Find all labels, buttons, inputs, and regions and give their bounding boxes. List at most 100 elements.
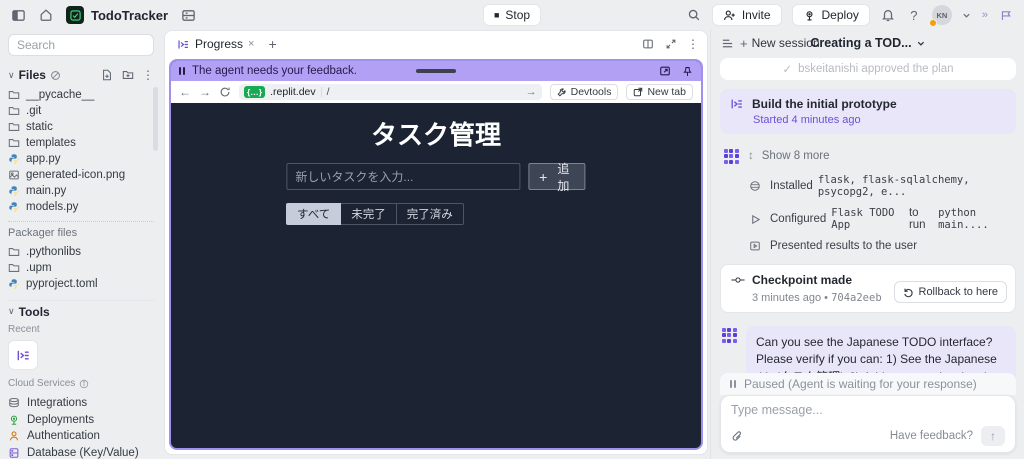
add-task-button[interactable]: + 追加 [528, 162, 586, 193]
file-row[interactable]: templates [8, 135, 154, 151]
files-section-header[interactable]: ∨ Files ⋮ [8, 67, 154, 83]
collapse-chat-icon[interactable]: » [982, 9, 988, 21]
browser-forward-icon[interactable]: → [199, 86, 211, 98]
show-more-row[interactable]: ↕ Show 8 more [722, 147, 1016, 165]
search-input[interactable] [8, 34, 154, 56]
file-row[interactable]: .upm [8, 260, 154, 276]
chat-scroll-area[interactable]: ✓ bskeitanishi approved the plan Build t… [720, 58, 1016, 385]
file-row[interactable]: __pycache__ [8, 87, 154, 103]
activity-text: Presented results to the user [770, 240, 918, 252]
attach-paperclip-icon[interactable] [731, 430, 743, 443]
activity-text: to run [908, 207, 926, 231]
have-feedback-link[interactable]: Have feedback? [890, 430, 973, 442]
file-name: models.py [26, 201, 79, 213]
service-item-database[interactable]: Database (Key/Value) [8, 445, 154, 459]
message-input[interactable] [731, 403, 1005, 417]
tools-section-header[interactable]: ∨ Tools [8, 300, 154, 319]
url-bar[interactable]: {…} .replit.dev / → [239, 84, 542, 100]
paused-status-text: Paused (Agent is waiting for your respon… [744, 377, 977, 391]
filter-completed-button[interactable]: 完了済み [396, 203, 464, 225]
pane-menu-kebab-icon[interactable]: ⋮ [687, 37, 699, 51]
activity-presented-row[interactable]: Presented results to the user [748, 240, 1016, 252]
checkpoint-title: Checkpoint made [752, 273, 853, 287]
new-folder-icon[interactable] [121, 68, 134, 81]
filter-all-button[interactable]: すべて [286, 203, 342, 225]
service-item-deployments[interactable]: Deployments [8, 412, 154, 429]
open-in-window-icon[interactable] [659, 65, 671, 77]
send-message-button[interactable]: ↑ [981, 426, 1005, 446]
stop-icon: ■ [493, 10, 500, 20]
hide-hidden-files-icon[interactable] [50, 69, 62, 81]
prototype-started-link[interactable]: Started 4 minutes ago [753, 114, 1006, 126]
composer-area: Paused (Agent is waiting for your respon… [720, 373, 1016, 453]
devtools-button[interactable]: Devtools [549, 84, 619, 100]
layout-icon[interactable] [180, 7, 196, 23]
drag-handle[interactable] [416, 69, 456, 73]
run-play-icon [748, 214, 762, 225]
service-label: Integrations [27, 397, 88, 410]
deploy-button[interactable]: Deploy [791, 4, 870, 26]
session-list-icon[interactable] [720, 36, 734, 50]
file-name: app.py [26, 153, 61, 165]
show-more-label: Show 8 more [761, 150, 830, 162]
filter-incomplete-button[interactable]: 未完了 [341, 203, 397, 225]
comments-flag-icon[interactable] [998, 7, 1014, 23]
pin-icon[interactable] [681, 65, 693, 77]
sidebar-toggle-icon[interactable] [10, 7, 26, 23]
split-pane-icon[interactable] [641, 38, 654, 51]
activity-installed-row[interactable]: Installed flask, flask-sqlalchemy, psyco… [748, 174, 1016, 198]
account-menu[interactable]: KN [928, 5, 952, 27]
notifications-bell-icon[interactable] [880, 7, 896, 23]
file-row[interactable]: main.py [8, 183, 154, 199]
project-title: TodoTracker [91, 7, 169, 23]
new-file-icon[interactable] [100, 68, 113, 81]
new-tab-plus-icon[interactable]: + [264, 36, 280, 52]
file-row[interactable]: app.py [8, 151, 154, 167]
new-session-button[interactable]: + New session [740, 36, 820, 51]
file-row[interactable]: static [8, 119, 154, 135]
help-icon[interactable]: ? [906, 7, 922, 23]
panel-resize-divider[interactable] [710, 30, 711, 459]
close-tab-icon[interactable]: × [248, 38, 254, 50]
service-item-integrations[interactable]: Integrations [8, 395, 154, 412]
search-icon[interactable] [686, 7, 702, 23]
database-icon [9, 447, 19, 458]
file-row[interactable]: .pythonlibs [8, 244, 154, 260]
file-name: .upm [26, 262, 52, 274]
home-icon[interactable] [38, 7, 54, 23]
browser-refresh-icon[interactable] [219, 86, 231, 98]
file-row[interactable]: .git [8, 103, 154, 119]
prototype-task-card[interactable]: Build the initial prototype Started 4 mi… [720, 89, 1016, 134]
service-label: Authentication [27, 430, 100, 443]
packager-files-label: Packager files [8, 227, 78, 239]
file-row[interactable]: generated-icon.png [8, 167, 154, 183]
add-task-form: + 追加 [286, 162, 586, 193]
info-icon[interactable] [79, 379, 89, 389]
pause-icon [730, 380, 736, 388]
file-tree-scrollbar[interactable] [153, 87, 158, 151]
activity-configured-row[interactable]: Configured Flask TODO App to run python … [748, 207, 1016, 231]
account-chevron-icon[interactable] [962, 7, 972, 23]
tab-progress[interactable]: Progress × [173, 32, 258, 56]
project-switcher[interactable]: TodoTracker [66, 6, 168, 24]
new-session-label: New session [751, 36, 820, 50]
file-name: .pythonlibs [26, 246, 81, 258]
browser-back-icon[interactable]: ← [179, 86, 191, 98]
cloud-services-list: Integrations Deployments Authentication … [8, 395, 154, 459]
file-name: .git [26, 105, 42, 117]
recent-agent-tool[interactable] [8, 340, 38, 370]
file-row[interactable]: pyproject.toml [8, 276, 154, 292]
service-item-authentication[interactable]: Authentication [8, 428, 154, 445]
app-logo-icon [66, 6, 84, 24]
url-go-icon[interactable]: → [526, 86, 537, 98]
new-tab-label: New tab [647, 86, 686, 98]
open-new-tab-button[interactable]: New tab [626, 84, 693, 100]
files-menu-kebab-icon[interactable]: ⋮ [142, 68, 154, 82]
rollback-button[interactable]: Rollback to here [893, 281, 1007, 303]
stop-button[interactable]: ■ Stop [482, 4, 542, 26]
file-row[interactable]: models.py [8, 199, 154, 215]
session-title-dropdown[interactable]: Creating a TOD... [810, 36, 925, 50]
invite-button[interactable]: Invite [711, 4, 782, 26]
expand-pane-icon[interactable] [664, 38, 677, 51]
new-task-input[interactable] [286, 163, 521, 190]
